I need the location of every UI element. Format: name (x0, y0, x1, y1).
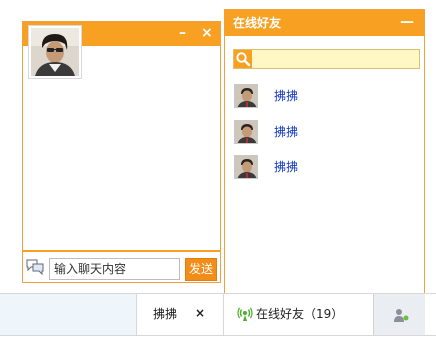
friend-list-item[interactable]: 拂拂 (234, 84, 419, 110)
friends-panel-title: 在线好友 (233, 16, 282, 30)
friend-avatar (234, 120, 258, 144)
chat-bubbles-icon (26, 259, 44, 276)
bottom-taskbar: 拂拂 × 在线好友（19） (0, 293, 436, 336)
chat-tab[interactable]: 拂拂 × (137, 294, 224, 335)
friend-list-item[interactable]: 拂拂 (234, 155, 419, 181)
online-friends-count-label: 在线好友（19） (256, 307, 344, 321)
friends-minimize-button[interactable]: — (400, 14, 414, 30)
online-friends-tab[interactable]: 在线好友（19） (224, 294, 373, 335)
chat-minimize-button[interactable]: – (179, 25, 186, 41)
chat-tab-name: 拂拂 (153, 307, 178, 321)
friend-avatar (234, 155, 258, 179)
user-status-icon (393, 308, 409, 322)
friend-search-input[interactable] (254, 50, 418, 68)
online-signal-icon (237, 306, 253, 322)
friend-name: 拂拂 (274, 125, 299, 139)
search-icon[interactable] (234, 50, 252, 68)
online-friends-panel: 在线好友 — 拂拂 拂拂 拂拂 (224, 9, 425, 334)
friends-panel-header: 在线好友 — (225, 10, 424, 36)
chat-contact-avatar[interactable] (29, 26, 81, 78)
send-button[interactable]: 发送 (185, 258, 217, 281)
friend-avatar (234, 84, 258, 108)
friend-search-box[interactable] (233, 49, 420, 69)
user-status-button[interactable] (373, 294, 425, 335)
chat-message-input[interactable] (49, 258, 180, 280)
taskbar-empty-area (0, 294, 137, 335)
chat-close-button[interactable]: × (201, 25, 213, 41)
friend-name: 拂拂 (274, 89, 299, 103)
chat-input-divider (23, 250, 220, 252)
friend-list-item[interactable]: 拂拂 (234, 120, 419, 146)
chat-tab-close-button[interactable]: × (195, 306, 205, 320)
friend-name: 拂拂 (274, 160, 299, 174)
chat-window: – × 发送 (22, 21, 221, 283)
